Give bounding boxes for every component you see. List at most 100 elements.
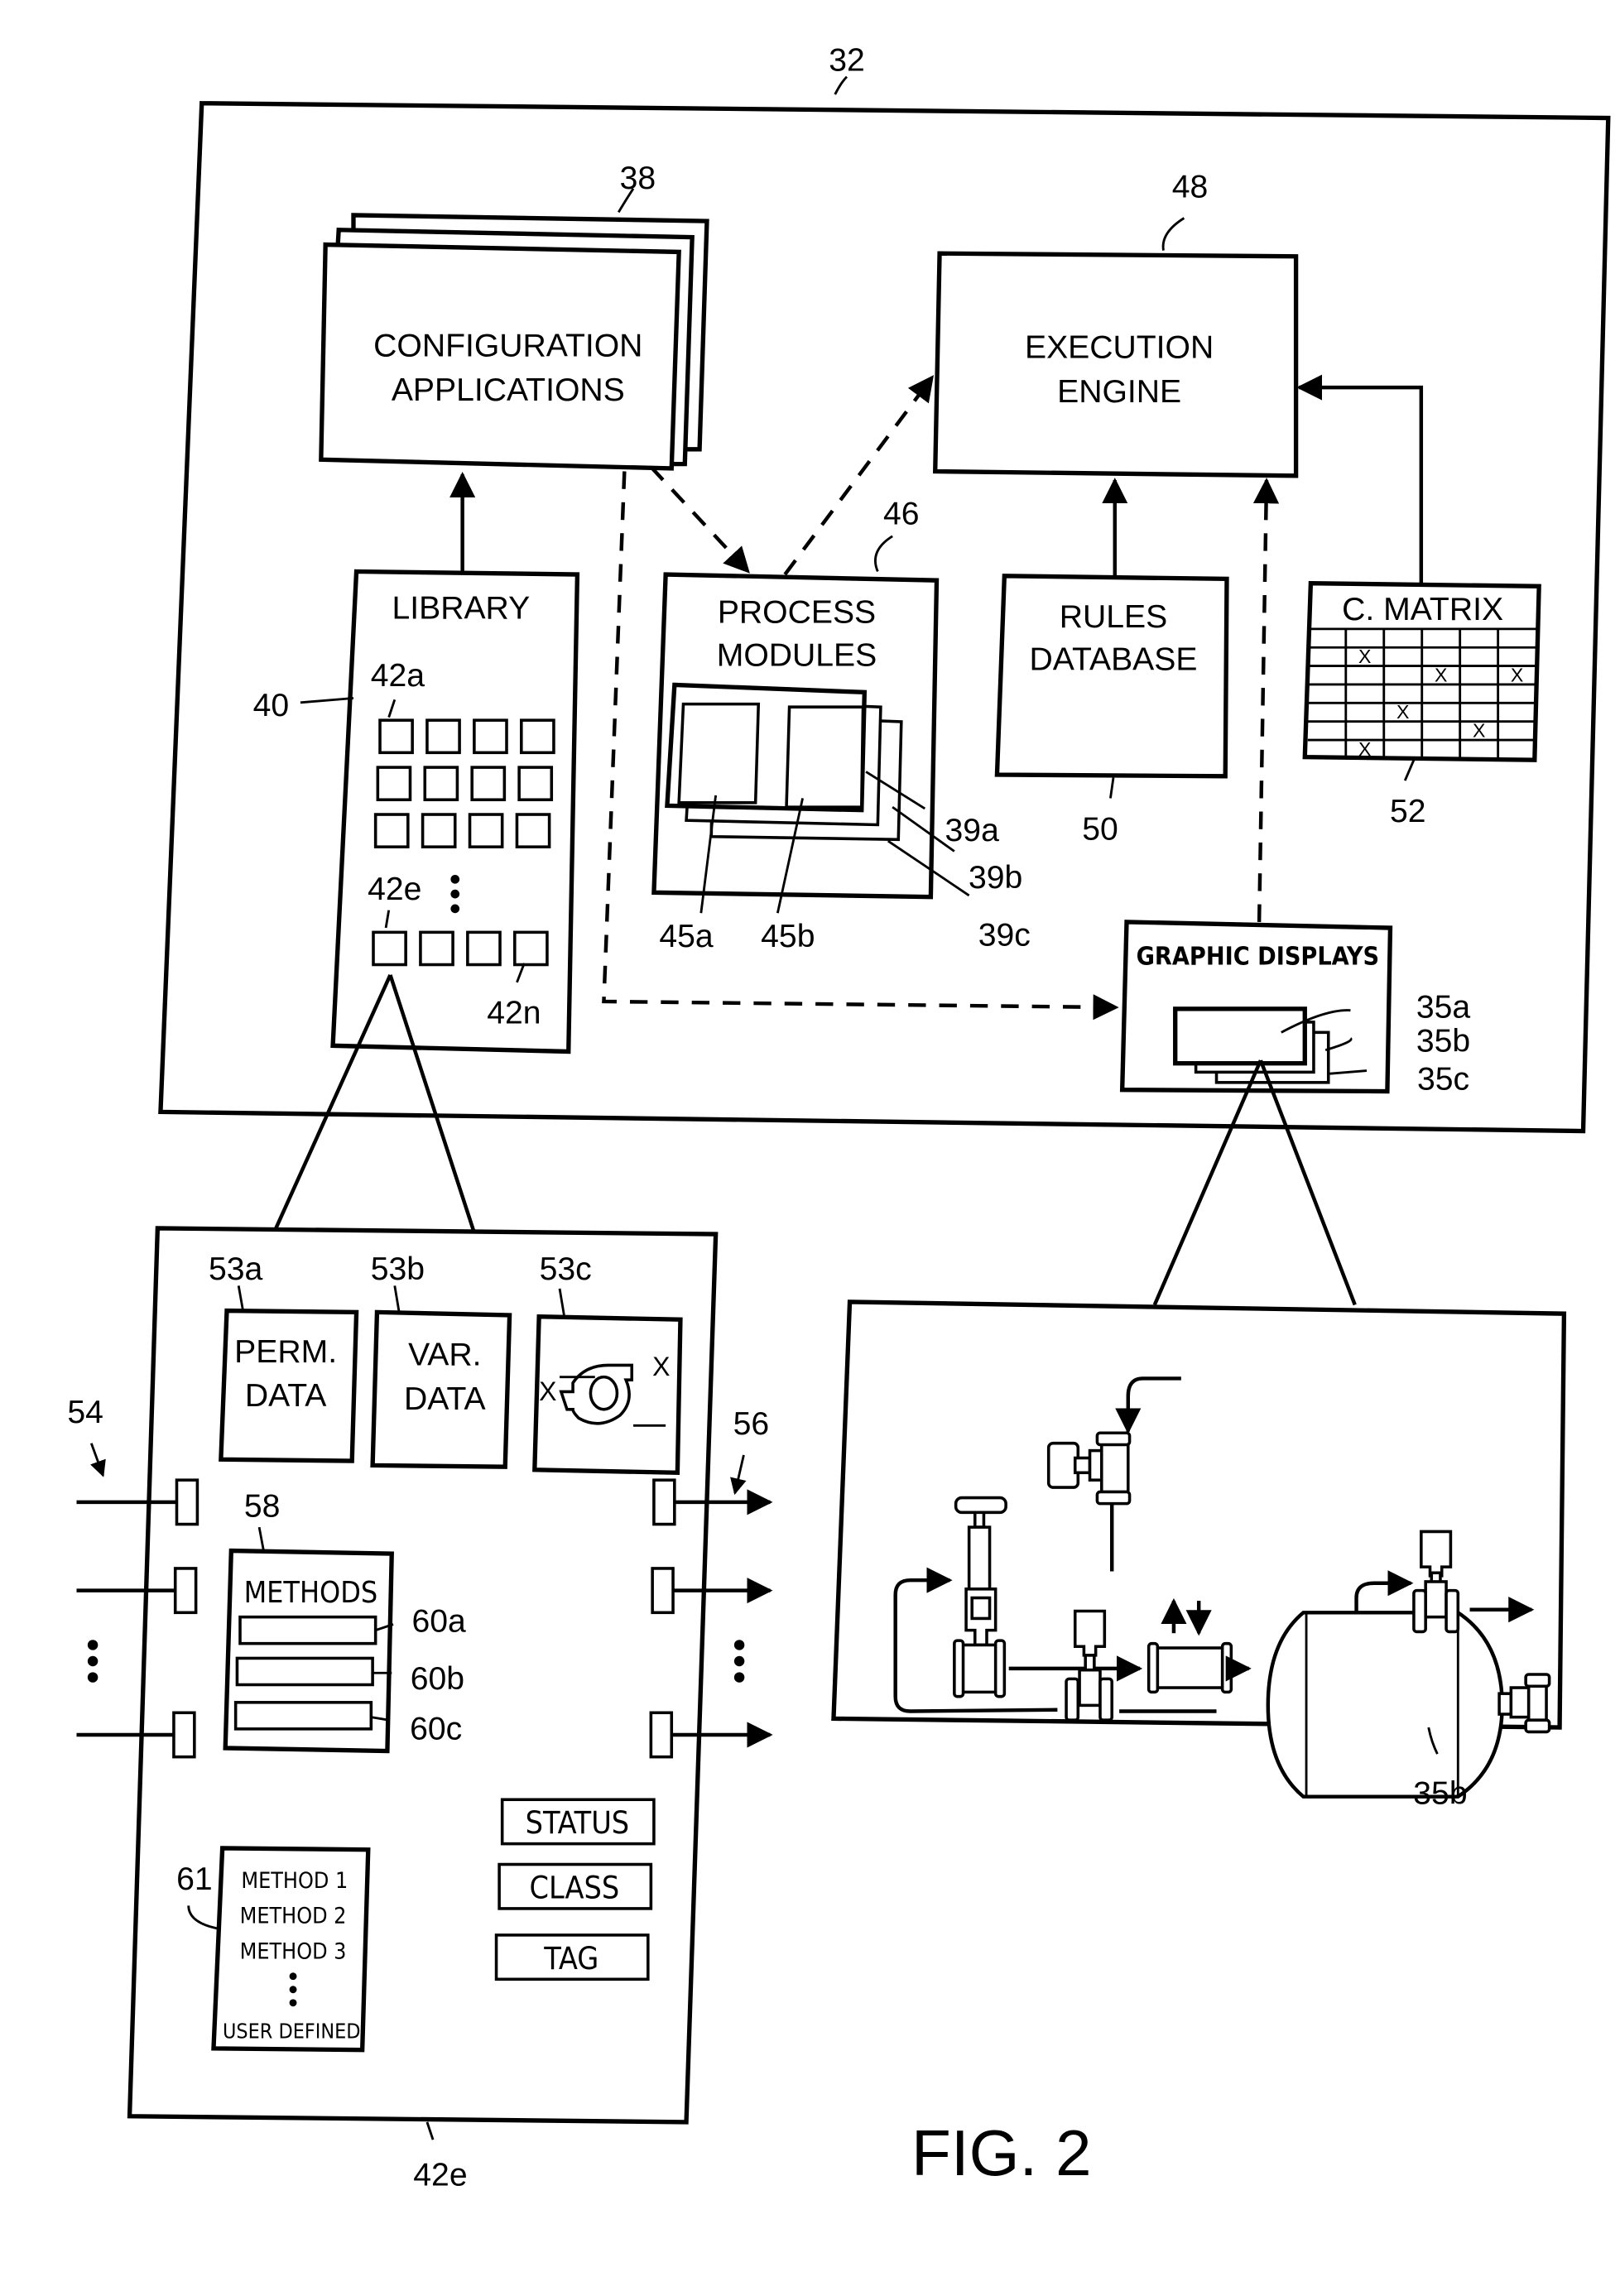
library-ellipsis-dot bbox=[450, 904, 460, 914]
perm-data-line1: PERM. bbox=[234, 1334, 337, 1370]
module-element-45b bbox=[785, 705, 865, 809]
method-list-user-defined[interactable]: USER DEFINED bbox=[223, 2019, 360, 2043]
attribute-label: CLASS bbox=[529, 1869, 619, 1905]
pump-x-left: X bbox=[539, 1376, 556, 1406]
attributes-group: STATUS CLASS TAG bbox=[494, 1798, 656, 1981]
library-item[interactable] bbox=[419, 930, 454, 967]
library-item[interactable] bbox=[372, 930, 407, 967]
execution-engine-ref: 48 bbox=[1172, 170, 1209, 205]
module-ref-39c: 39c bbox=[978, 917, 1031, 953]
library-item[interactable] bbox=[423, 766, 459, 802]
matrix-mark: X bbox=[1473, 720, 1485, 742]
library-title: LIBRARY bbox=[392, 590, 530, 626]
process-graphic-detail[interactable] bbox=[831, 1299, 1567, 1799]
library-block[interactable]: LIBRARY 42a 42e 42n bbox=[330, 569, 580, 1054]
config-apps-title-1: CONFIGURATION bbox=[373, 329, 642, 364]
library-item[interactable] bbox=[470, 766, 507, 802]
method-slot-60b[interactable] bbox=[235, 1656, 374, 1687]
process-modules-title-2: MODULES bbox=[717, 637, 877, 673]
config-apps-title-2: APPLICATIONS bbox=[392, 372, 625, 408]
process-modules-title-1: PROCESS bbox=[718, 595, 876, 631]
output-ref: 56 bbox=[733, 1406, 770, 1442]
figure-caption: FIG. 2 bbox=[911, 2116, 1091, 2189]
execution-engine-block[interactable]: EXECUTION ENGINE bbox=[933, 251, 1299, 478]
pump-x-right: X bbox=[652, 1352, 670, 1381]
rules-database-block[interactable]: RULES DATABASE bbox=[994, 574, 1229, 779]
graphic-displays-title: GRAPHIC DISPLAYS bbox=[1137, 943, 1380, 972]
library-item[interactable] bbox=[421, 813, 457, 848]
matrix-mark: X bbox=[1511, 664, 1523, 685]
library-item[interactable] bbox=[466, 930, 502, 967]
pipe-element[interactable] bbox=[1146, 1641, 1233, 1694]
ref-53c: 53c bbox=[540, 1251, 592, 1287]
matrix-mark: X bbox=[1358, 646, 1371, 667]
attribute-label: STATUS bbox=[526, 1804, 630, 1841]
execution-engine-title-2: ENGINE bbox=[1057, 374, 1181, 410]
56-leader-arrow bbox=[730, 1454, 747, 1496]
library-item[interactable] bbox=[425, 718, 461, 755]
matrix-mark: X bbox=[1435, 664, 1447, 685]
method-slot-ref-60c: 60c bbox=[410, 1711, 462, 1746]
method-list-item-1[interactable]: METHOD 1 bbox=[241, 1868, 348, 1894]
ref-53b: 53b bbox=[371, 1251, 425, 1287]
cause-matrix-title: C. MATRIX bbox=[1342, 592, 1503, 627]
input-ellipsis bbox=[87, 1640, 99, 1683]
cause-matrix-block[interactable]: C. MATRIX X X X X X X bbox=[1302, 581, 1541, 762]
method-slot-60a[interactable] bbox=[238, 1615, 377, 1645]
tank[interactable] bbox=[1266, 1611, 1504, 1799]
rules-database-ref: 50 bbox=[1082, 811, 1118, 847]
library-item[interactable] bbox=[376, 766, 412, 802]
display-sheet-35a bbox=[1173, 1006, 1307, 1066]
display-ref-35b: 35b bbox=[1416, 1023, 1470, 1059]
method-list-item-3[interactable]: METHOD 3 bbox=[240, 1938, 347, 1964]
methods-title: METHODS bbox=[244, 1576, 378, 1610]
perm-data-line2: DATA bbox=[245, 1378, 327, 1414]
method-list-ellipsis bbox=[289, 1999, 297, 2007]
library-item[interactable] bbox=[468, 813, 504, 848]
library-item-selected-ref: 42e bbox=[368, 872, 421, 907]
output-port[interactable] bbox=[651, 1567, 675, 1615]
library-box bbox=[330, 569, 580, 1054]
method-list-item-2[interactable]: METHOD 2 bbox=[240, 1904, 347, 1929]
var-data-line1: VAR. bbox=[408, 1337, 481, 1372]
library-item[interactable] bbox=[517, 766, 554, 802]
library-item[interactable] bbox=[520, 718, 555, 755]
input-port[interactable] bbox=[173, 1567, 198, 1615]
method-slot-60c[interactable] bbox=[233, 1701, 373, 1731]
library-ref: 40 bbox=[253, 688, 290, 723]
attribute-label: TAG bbox=[543, 1940, 598, 1977]
output-port[interactable] bbox=[652, 1478, 676, 1526]
display-ref-35c: 35c bbox=[1417, 1062, 1469, 1098]
library-item[interactable] bbox=[378, 718, 414, 755]
module-ref-39a: 39a bbox=[945, 813, 1000, 848]
method-list-block[interactable]: METHOD 1 METHOD 2 METHOD 3 USER DEFINED bbox=[211, 1846, 371, 2053]
matrix-mark: X bbox=[1358, 738, 1371, 760]
library-item[interactable] bbox=[373, 813, 410, 848]
configuration-applications-block[interactable]: CONFIGURATION APPLICATIONS bbox=[319, 213, 709, 471]
library-item-first-ref: 42a bbox=[371, 658, 425, 694]
smart-object-detail[interactable]: PERM. DATA 53a VAR. DATA 53b X X 53c 54 bbox=[67, 1226, 773, 2125]
method-slot-ref-60a: 60a bbox=[412, 1603, 467, 1639]
cause-matrix-ref: 52 bbox=[1390, 794, 1426, 829]
methods-ref: 58 bbox=[244, 1489, 281, 1525]
display-ref-35a: 35a bbox=[1416, 990, 1471, 1026]
output-port[interactable] bbox=[649, 1711, 674, 1759]
execution-engine-title-1: EXECUTION bbox=[1025, 330, 1214, 366]
input-port[interactable] bbox=[172, 1711, 196, 1759]
library-ellipsis-dot bbox=[450, 889, 460, 899]
element-ref-45b: 45b bbox=[761, 919, 815, 954]
element-ref-45a: 45a bbox=[659, 919, 714, 954]
config-apps-ref: 38 bbox=[620, 161, 656, 196]
library-item[interactable] bbox=[473, 718, 508, 755]
module-ref-39b: 39b bbox=[969, 860, 1022, 896]
library-item[interactable] bbox=[515, 813, 551, 848]
input-port[interactable] bbox=[175, 1478, 199, 1526]
ref-53a: 53a bbox=[209, 1251, 263, 1287]
method-list-ref: 61 bbox=[176, 1861, 213, 1897]
rules-database-title-2: DATABASE bbox=[1030, 642, 1198, 678]
matrix-mark: X bbox=[1396, 701, 1409, 723]
rules-database-title-1: RULES bbox=[1060, 599, 1167, 635]
fig2-diagram: 32 CONFIGURATION APPLICATIONS 38 EXECUTI… bbox=[67, 43, 1611, 2193]
library-item[interactable] bbox=[513, 930, 549, 967]
method-list-ellipsis bbox=[289, 1986, 297, 1994]
